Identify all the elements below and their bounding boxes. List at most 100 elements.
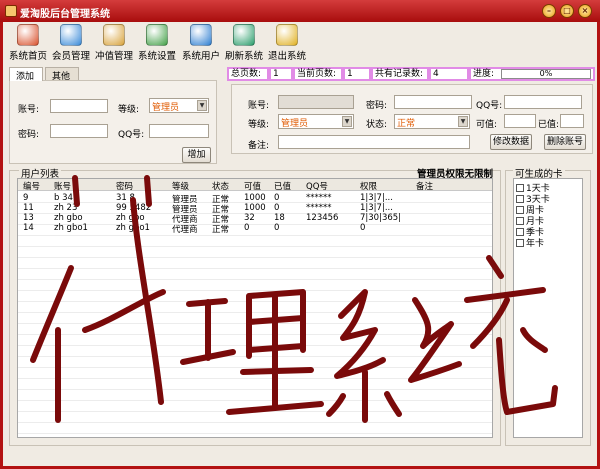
toolbar-recharge-button[interactable]: 冲值管理 bbox=[93, 24, 135, 62]
delete-account-button[interactable]: 删除账号 bbox=[544, 134, 586, 150]
close-icon[interactable]: × bbox=[578, 4, 592, 18]
table-cell: 11 bbox=[23, 203, 34, 213]
edit-status-select[interactable]: 正常 ▼ bbox=[394, 114, 470, 129]
table-cell: 123456 bbox=[306, 213, 339, 223]
grid-row-line bbox=[18, 433, 492, 434]
toolbar-exit-button[interactable]: 退出系统 bbox=[266, 24, 308, 62]
edit-level-value: 管理员 bbox=[281, 119, 309, 129]
column-header[interactable]: 等级 bbox=[172, 180, 189, 192]
tab-other[interactable]: 其他 bbox=[45, 67, 79, 82]
column-header[interactable]: 备注 bbox=[416, 180, 433, 192]
table-cell: zh gbo bbox=[116, 213, 145, 223]
table-cell: 14 bbox=[23, 223, 34, 233]
grid-row-line bbox=[18, 213, 492, 214]
table-cell: 18 bbox=[274, 213, 285, 223]
minimize-icon[interactable]: – bbox=[542, 4, 556, 18]
column-header[interactable]: 账号 bbox=[54, 180, 71, 192]
progress-label: 进度: bbox=[473, 69, 495, 79]
checkbox-icon[interactable] bbox=[516, 195, 524, 203]
edit-account-label: 账号: bbox=[248, 101, 270, 111]
edit-status-value: 正常 bbox=[397, 119, 416, 129]
settings-icon bbox=[146, 24, 168, 46]
grid-row-line bbox=[18, 323, 492, 324]
toolbar-settings-button[interactable]: 系统设置 bbox=[136, 24, 178, 62]
chevron-down-icon[interactable]: ▼ bbox=[342, 116, 352, 127]
column-header[interactable]: 可值 bbox=[244, 180, 261, 192]
table-cell: 13 bbox=[23, 213, 34, 223]
add-level-label: 等级: bbox=[118, 105, 140, 115]
grid-row-line bbox=[18, 301, 492, 302]
card-list: 1天卡 3天卡 周卡 月卡 季卡 年卡 bbox=[513, 178, 583, 438]
user-grid[interactable]: 编号 账号 密码 等级 状态 可值 已值 QQ号 权限 备注 9b 341 31 8 管理员 正常 100… bbox=[17, 178, 493, 438]
edit-used-input[interactable] bbox=[560, 114, 584, 128]
edit-account-input[interactable] bbox=[278, 95, 354, 109]
chevron-down-icon[interactable]: ▼ bbox=[458, 116, 468, 127]
current-page-label: 当前页数: bbox=[293, 67, 343, 81]
column-header[interactable]: 已值 bbox=[274, 180, 291, 192]
grid-row-line bbox=[18, 389, 492, 390]
edit-note-input[interactable] bbox=[278, 135, 470, 149]
title-bar: 爱淘股后台管理系统 – □ × bbox=[0, 0, 600, 22]
grid-row-line bbox=[18, 235, 492, 236]
table-cell: 正常 bbox=[212, 225, 230, 235]
checkbox-icon[interactable] bbox=[516, 239, 524, 247]
members-icon bbox=[60, 24, 82, 46]
edit-status-label: 状态: bbox=[366, 120, 388, 130]
grid-row-line bbox=[18, 279, 492, 280]
table-cell: 0 bbox=[274, 193, 280, 203]
checkbox-icon[interactable] bbox=[516, 217, 524, 225]
add-password-input[interactable] bbox=[50, 124, 108, 138]
add-account-input[interactable] bbox=[50, 99, 108, 113]
card-checkbox-item[interactable]: 年卡 bbox=[516, 236, 544, 249]
table-cell: zh gbo1 bbox=[116, 223, 150, 233]
checkbox-icon[interactable] bbox=[516, 228, 524, 236]
add-account-label: 账号: bbox=[18, 105, 40, 115]
total-pages-label: 总页数: bbox=[227, 67, 269, 81]
edit-password-input[interactable] bbox=[394, 95, 472, 109]
grid-row-line bbox=[18, 367, 492, 368]
edit-level-select[interactable]: 管理员 ▼ bbox=[278, 114, 354, 129]
toolbar-refresh-button[interactable]: 刷新系统 bbox=[223, 24, 265, 62]
toolbar-home-button[interactable]: 系统首页 bbox=[7, 24, 49, 62]
edit-qq-input[interactable] bbox=[504, 95, 582, 109]
maximize-icon[interactable]: □ bbox=[560, 4, 574, 18]
add-qq-input[interactable] bbox=[149, 124, 209, 138]
grid-row-line bbox=[18, 345, 492, 346]
column-header[interactable]: 状态 bbox=[212, 180, 229, 192]
add-level-select[interactable]: 管理员 ▼ bbox=[149, 98, 209, 113]
checkbox-icon[interactable] bbox=[516, 184, 524, 192]
table-cell: 1|3|7|... bbox=[360, 203, 393, 213]
edit-user-panel: 账号: 密码: QQ号: 等级: 管理员 ▼ 状态: 正常 ▼ 可值: 已值: … bbox=[231, 84, 593, 154]
toolbar-system-user-button[interactable]: 系统用户 bbox=[179, 24, 223, 62]
add-user-panel: 账号: 等级: 管理员 ▼ 密码: QQ号: 增加 bbox=[9, 80, 217, 164]
column-header[interactable]: 权限 bbox=[360, 180, 377, 192]
column-header[interactable]: 编号 bbox=[23, 180, 40, 192]
recharge-icon bbox=[103, 24, 125, 46]
grid-row-line bbox=[18, 268, 492, 269]
add-button[interactable]: 增加 bbox=[182, 147, 211, 163]
grid-row-line bbox=[18, 334, 492, 335]
table-cell: 0 bbox=[274, 203, 280, 213]
column-header[interactable]: QQ号 bbox=[306, 180, 328, 192]
grid-row-line bbox=[18, 312, 492, 313]
records-label: 共有记录数: bbox=[371, 67, 429, 81]
modify-data-button[interactable]: 修改数据 bbox=[490, 134, 532, 150]
edit-used-label: 已值: bbox=[538, 120, 560, 130]
add-password-label: 密码: bbox=[18, 130, 40, 140]
home-icon bbox=[17, 24, 39, 46]
tab-add[interactable]: 添加 bbox=[9, 67, 43, 82]
table-cell: ****** bbox=[306, 203, 332, 213]
checkbox-icon[interactable] bbox=[516, 206, 524, 214]
grid-row-line bbox=[18, 422, 492, 423]
table-cell: 9 bbox=[23, 193, 29, 203]
edit-password-label: 密码: bbox=[366, 101, 388, 111]
add-level-value: 管理员 bbox=[152, 103, 180, 113]
edit-level-label: 等级: bbox=[248, 120, 270, 130]
chevron-down-icon[interactable]: ▼ bbox=[197, 100, 207, 111]
toolbar-members-button[interactable]: 会员管理 bbox=[50, 24, 92, 62]
column-header[interactable]: 密码 bbox=[116, 180, 133, 192]
main-toolbar: 系统首页 会员管理 冲值管理 系统设置 系统用户 刷新系统 退出系统 bbox=[3, 22, 597, 62]
edit-available-input[interactable] bbox=[504, 114, 536, 128]
grid-row-line bbox=[18, 257, 492, 258]
table-cell: zh gbo1 bbox=[54, 223, 88, 233]
